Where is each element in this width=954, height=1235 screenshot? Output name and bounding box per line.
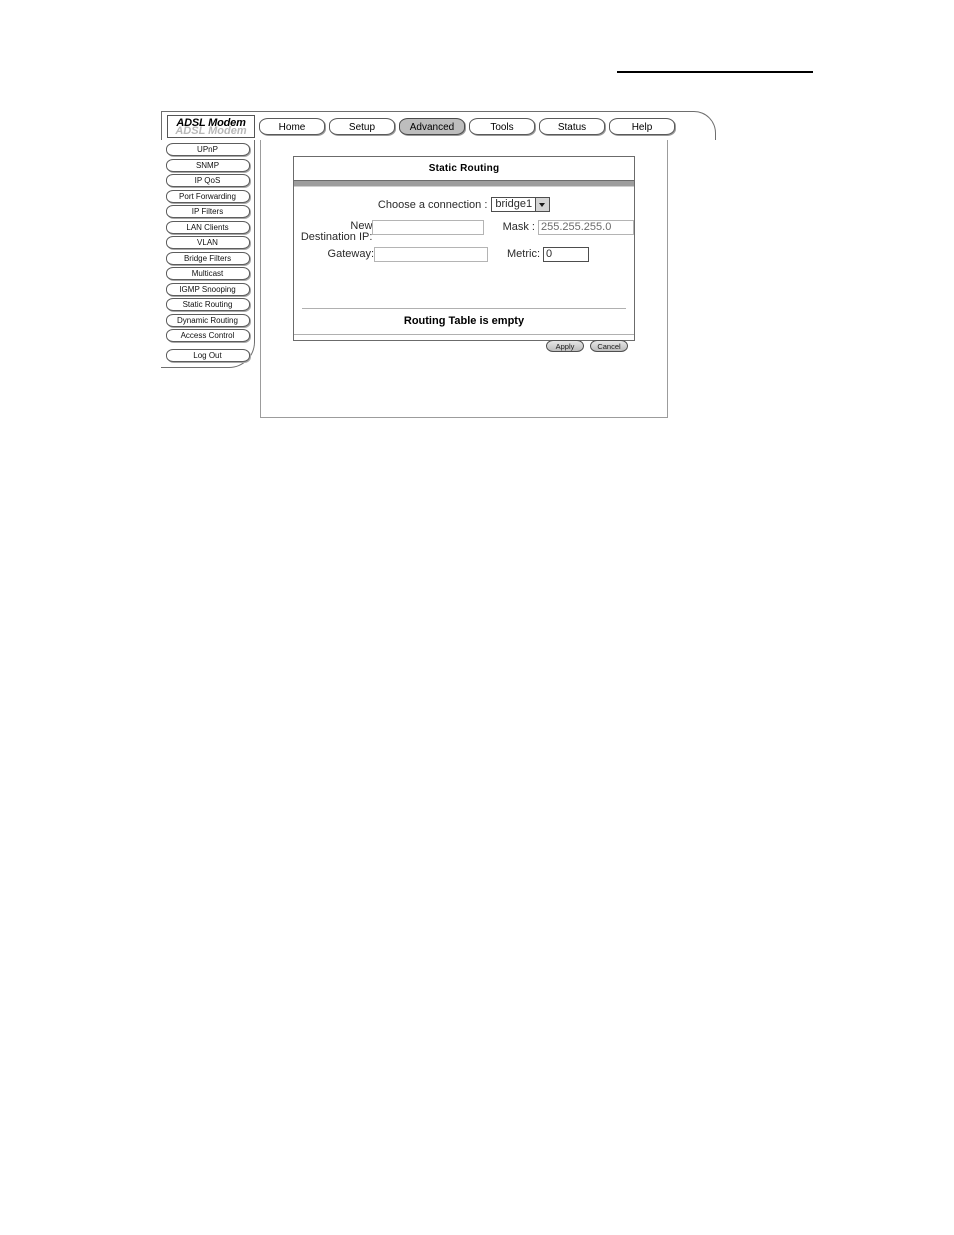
apply-button[interactable]: Apply (546, 339, 584, 352)
destination-row: New Destination IP: Mask : 255.255.255.0 (300, 220, 635, 243)
top-navbar-inner: ADSL Modem ADSL Modem Home Setup Advance… (162, 112, 675, 141)
tab-help[interactable]: Help (609, 118, 675, 135)
connection-select-value: bridge1 (495, 198, 533, 210)
tab-advanced[interactable]: Advanced (399, 118, 465, 135)
sidebar-item-port-forwarding[interactable]: Port Forwarding (165, 189, 250, 203)
router-admin-screenshot: ADSL Modem ADSL Modem Home Setup Advance… (140, 103, 718, 468)
adsl-modem-logo: ADSL Modem ADSL Modem (167, 115, 255, 138)
cancel-button[interactable]: Cancel (590, 339, 628, 352)
card-body: Choose a connection : bridge1 New Destin… (294, 197, 635, 308)
connection-row: Choose a connection : bridge1 (294, 197, 634, 212)
gateway-row: Gateway: Metric: 0 (300, 247, 634, 262)
sidebar: UPnP SNMP IP QoS Port Forwarding IP Filt… (161, 140, 255, 368)
routing-table-status: Routing Table is empty (403, 315, 525, 327)
card-button-bar: Apply Cancel (294, 334, 634, 356)
chevron-down-icon[interactable] (535, 198, 550, 211)
sidebar-item-ip-qos[interactable]: IP QoS (165, 174, 250, 187)
sidebar-item-bridge-filters[interactable]: Bridge Filters (165, 251, 250, 265)
sidebar-item-access-control[interactable]: Access Control (165, 329, 250, 342)
sidebar-item-upnp[interactable]: UPnP (165, 143, 250, 156)
page-title: Static Routing (428, 163, 500, 174)
sidebar-item-igmp-snooping[interactable]: IGMP Snooping (165, 282, 250, 296)
logo-text-shadow: ADSL Modem (175, 126, 247, 134)
title-divider (294, 180, 634, 187)
tab-home[interactable]: Home (259, 118, 325, 135)
static-routing-card: Static Routing Choose a connection : bri… (293, 156, 635, 352)
tab-tools[interactable]: Tools (469, 118, 535, 135)
mask-label: Mask : (502, 221, 535, 233)
top-navbar: ADSL Modem ADSL Modem Home Setup Advance… (161, 111, 716, 140)
tab-setup[interactable]: Setup (329, 118, 395, 135)
content-panel: Static Routing Choose a connection : bri… (260, 140, 668, 418)
tab-status[interactable]: Status (539, 118, 605, 135)
sidebar-item-ip-filters[interactable]: IP Filters (165, 205, 250, 218)
choose-connection-label: Choose a connection : (377, 198, 488, 211)
sidebar-item-log-out[interactable]: Log Out (165, 349, 250, 362)
mask-input[interactable]: 255.255.255.0 (537, 220, 635, 235)
metric-label: Metric: (507, 248, 540, 260)
sidebar-item-lan-clients[interactable]: LAN Clients (165, 220, 250, 234)
gateway-label: Gateway: (327, 248, 374, 260)
sidebar-item-static-routing[interactable]: Static Routing (165, 298, 250, 311)
metric-input[interactable]: 0 (543, 247, 589, 262)
sidebar-item-dynamic-routing[interactable]: Dynamic Routing (165, 313, 250, 327)
destination-ip-label: New Destination IP: (300, 220, 373, 243)
static-route-form: New Destination IP: Mask : 255.255.255.0… (294, 220, 635, 262)
connection-select[interactable]: bridge1 (491, 197, 551, 212)
gateway-input[interactable] (374, 247, 488, 262)
page-header-rule (617, 71, 813, 73)
sidebar-item-snmp[interactable]: SNMP (165, 158, 250, 172)
sidebar-item-multicast[interactable]: Multicast (165, 267, 250, 280)
destination-ip-input[interactable] (372, 220, 485, 235)
sidebar-item-vlan[interactable]: VLAN (165, 236, 250, 249)
